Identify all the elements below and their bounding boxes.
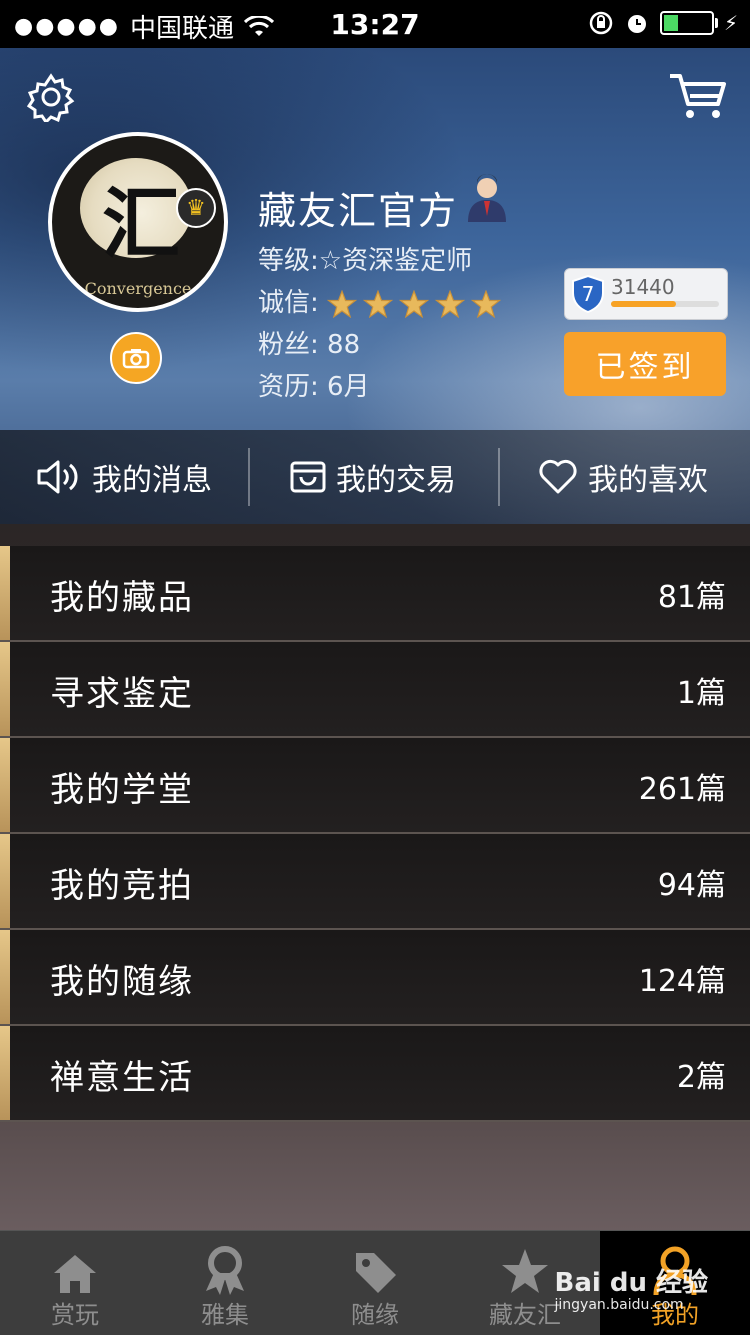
- menu-item-label: 我的竞拍: [50, 866, 194, 906]
- star-outline-icon: ☆: [318, 246, 343, 276]
- level-badge-number: 7: [582, 282, 595, 306]
- menu-item-count: 124篇: [638, 964, 726, 999]
- points-progress-fill: [611, 301, 676, 307]
- fans-value: 88: [327, 330, 361, 360]
- award-icon: [206, 1246, 244, 1295]
- tab-label: 雅集: [201, 1301, 249, 1329]
- battery-icon: [659, 11, 718, 35]
- menu-item-suiyuan[interactable]: 我的随缘 124篇: [0, 930, 750, 1026]
- points-badge: 7 31440: [564, 268, 728, 320]
- menu-item-zen-life[interactable]: 禅意生活 2篇: [0, 1026, 750, 1122]
- menu-item-label: 我的藏品: [50, 578, 194, 618]
- charging-icon: ⚡: [723, 11, 738, 35]
- crown-icon: ♛: [176, 188, 216, 228]
- home-icon: [54, 1255, 96, 1293]
- row-accent-stripe: [0, 546, 10, 640]
- quick-action-trades[interactable]: 我的交易: [290, 430, 456, 524]
- fans-label: 粉丝:: [258, 330, 319, 360]
- menu-item-count: 261篇: [638, 772, 726, 807]
- credit-star-icon: [435, 289, 466, 318]
- tab-label: 随缘: [351, 1301, 399, 1329]
- quick-action-label: 我的交易: [336, 463, 456, 498]
- menu-item-count: 81篇: [657, 580, 726, 615]
- box-icon: [290, 461, 326, 493]
- quick-action-likes[interactable]: 我的喜欢: [538, 430, 708, 524]
- speaker-icon: [37, 460, 78, 494]
- credit-label: 诚信:: [258, 288, 319, 318]
- row-accent-stripe: [0, 642, 10, 736]
- menu-item-label: 寻求鉴定: [50, 674, 194, 714]
- sign-in-button[interactable]: 已签到: [564, 332, 726, 396]
- points-progress-bar: [611, 301, 719, 307]
- quick-actions-bar: 我的消息 我的交易 我的喜欢: [0, 430, 750, 524]
- tenure-value: 6月: [327, 372, 370, 402]
- menu-list: 我的藏品 81篇 寻求鉴定 1篇 我的学堂 261篇 我的竞拍 94篇 我的随缘…: [0, 546, 750, 1122]
- fans-row: 粉丝: 88: [258, 324, 360, 361]
- avatar-text: Convergence: [84, 279, 192, 298]
- menu-item-label: 我的学堂: [50, 770, 194, 810]
- cart-icon[interactable]: [668, 72, 728, 122]
- star-icon: [502, 1249, 548, 1293]
- status-bar: ●●●●● 中国联通 13:27 ⚡: [0, 0, 750, 48]
- profile-name: 藏友汇官方: [258, 189, 459, 233]
- quick-action-label: 我的喜欢: [588, 463, 708, 498]
- baidu-watermark: Bai du 经验 jingyan.baidu.com: [555, 1262, 709, 1313]
- level-label: 等级:: [258, 246, 319, 276]
- tab-suiyuan[interactable]: 随缘: [300, 1231, 450, 1335]
- person-icon: [468, 174, 506, 222]
- quick-action-label: 我的消息: [92, 463, 212, 498]
- menu-item-auctions[interactable]: 我的竞拍 94篇: [0, 834, 750, 930]
- heart-icon: [539, 459, 577, 494]
- menu-item-count: 1篇: [676, 676, 726, 711]
- points-value: 31440: [611, 275, 675, 299]
- menu-item-label: 禅意生活: [50, 1058, 194, 1098]
- level-row: 等级:☆资深鉴定师: [258, 240, 472, 277]
- tab-appreciate[interactable]: 赏玩: [0, 1231, 150, 1335]
- credit-star-icon: [327, 289, 358, 318]
- level-value: 资深鉴定师: [342, 246, 473, 276]
- menu-item-count: 94篇: [657, 868, 726, 903]
- credit-stars: [327, 289, 502, 318]
- row-accent-stripe: [0, 930, 10, 1024]
- row-accent-stripe: [0, 834, 10, 928]
- tab-label: 赏玩: [51, 1301, 99, 1329]
- tenure-row: 资历: 6月: [258, 366, 370, 403]
- credit-row: 诚信:: [258, 282, 502, 319]
- alarm-icon: [627, 15, 646, 33]
- watermark-brand: Bai du 经验: [554, 1268, 709, 1298]
- row-accent-stripe: [0, 1026, 10, 1120]
- quick-action-messages[interactable]: 我的消息: [36, 430, 212, 524]
- menu-item-collections[interactable]: 我的藏品 81篇: [0, 546, 750, 642]
- credit-star-icon: [363, 289, 394, 318]
- avatar-calligraphy: 汇: [102, 179, 181, 270]
- rotation-lock-icon: [589, 11, 613, 35]
- menu-item-school[interactable]: 我的学堂 261篇: [0, 738, 750, 834]
- row-accent-stripe: [0, 738, 10, 832]
- divider: [498, 448, 500, 506]
- watermark-url: jingyan.baidu.com: [554, 1297, 684, 1313]
- menu-item-count: 2篇: [676, 1060, 726, 1095]
- credit-star-icon: [471, 289, 502, 318]
- credit-star-icon: [399, 289, 430, 318]
- menu-item-label: 我的随缘: [50, 962, 194, 1002]
- gear-icon[interactable]: [26, 72, 76, 122]
- tab-gathering[interactable]: 雅集: [150, 1231, 300, 1335]
- shield-icon: 7: [572, 275, 604, 313]
- tag-icon: [356, 1253, 396, 1293]
- divider: [248, 448, 250, 506]
- tenure-label: 资历:: [258, 372, 319, 402]
- menu-item-appraisal[interactable]: 寻求鉴定 1篇: [0, 642, 750, 738]
- camera-icon[interactable]: [110, 332, 162, 384]
